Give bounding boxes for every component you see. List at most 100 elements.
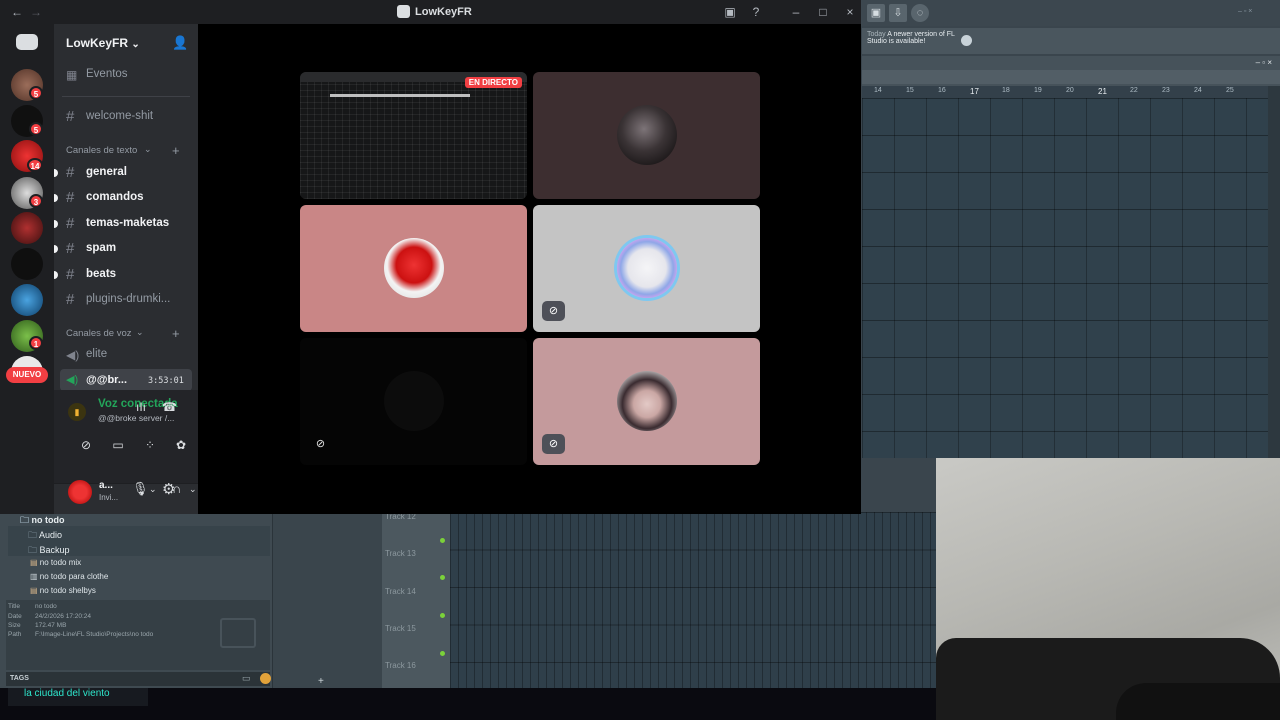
voice-call-grid: EN DIRECTO ⊘ ⊘ ⊘ [198,24,861,514]
ruler-number: 25 [1226,87,1234,94]
info-value: no todo [35,603,57,610]
track-enable-dot[interactable] [440,538,445,543]
participant-tile[interactable]: ⊘ [300,338,527,465]
category-voice[interactable]: Canales de voz ⌄ + [66,326,194,341]
unread-badge: 1 [29,336,43,350]
microphone-icon[interactable]: 🎙 [132,481,149,497]
browser-folder-audio[interactable]: 🗀 Audio [28,528,62,544]
discord-home-icon[interactable] [16,34,38,50]
close-icon[interactable]: × [842,4,858,20]
server-icon[interactable] [11,212,43,244]
channel-beats[interactable]: # beats [54,265,192,285]
timeline-ruler[interactable]: 14 15 16 17 18 19 20 21 22 23 24 25 [862,86,1268,98]
browser-file[interactable]: ▤ no todo mix [30,558,81,567]
hash-icon: # [66,266,75,283]
server-icon[interactable] [11,284,43,316]
stream-tile[interactable]: EN DIRECTO [300,72,527,199]
avatar[interactable] [68,480,92,504]
folder-icon[interactable]: ▭ [242,673,251,684]
inbox-icon[interactable]: ▣ [722,4,738,20]
taskbar-window[interactable]: la ciudad del viento [8,688,148,706]
playlist-grid-lower[interactable] [450,512,936,688]
browser-file[interactable]: ▥ no todo para clothe [30,572,108,581]
add-channel-icon[interactable]: + [172,143,180,158]
add-channel-icon[interactable]: + [172,326,180,341]
user-panel: a... Invi... 🎙 ⌄ ∩ ⌄ [54,480,198,514]
activities-icon[interactable]: ⁘ [136,434,164,456]
hash-icon: # [66,240,75,257]
screen-share-icon[interactable]: ▭ [104,434,132,456]
participant-tile[interactable]: ⊘ [533,338,760,465]
track-enable-dot[interactable] [440,613,445,618]
participant-tile[interactable] [533,72,760,199]
save-icon[interactable]: ▣ [867,4,885,22]
username[interactable]: a... [99,480,113,491]
chat-icon[interactable]: ◌ [911,4,929,22]
help-icon[interactable]: ? [748,4,764,20]
invite-user-icon[interactable]: 👤 [172,35,188,51]
playlist-scrollbar[interactable] [1268,86,1280,458]
unread-badge: 14 [27,158,43,172]
browser-folder-backup[interactable]: 🗀 Backup [28,543,70,559]
channel-plugins[interactable]: # plugins-drumki... [66,290,192,310]
server-name-header[interactable]: LowKeyFR ⌄ [66,36,140,50]
participant-tile[interactable] [300,205,527,332]
add-icon[interactable]: + [318,676,324,687]
render-icon[interactable]: ⇩ [889,4,907,22]
playlist-header: – ▫ × [862,56,1280,86]
search-icon[interactable] [260,673,271,684]
track-label[interactable]: Track 15 [385,624,416,633]
category-text[interactable]: Canales de texto ⌄ + [66,143,194,158]
playlist-grid[interactable] [862,98,1268,458]
forward-arrow-icon[interactable]: → [28,4,44,20]
camera-off-icon[interactable]: ⊘ [72,434,100,456]
track-label[interactable]: Track 14 [385,587,416,596]
back-arrow-icon[interactable]: ← [9,4,25,20]
voice-server[interactable]: @@broke server /... [98,413,174,423]
unread-badge: 3 [29,194,43,208]
channel-welcome[interactable]: # welcome-shit [66,107,192,127]
unread-badge: 5 [29,86,43,100]
voice-channel-elite[interactable]: ◀) elite [66,345,192,365]
hash-icon: # [66,291,75,308]
channel-temas-maketas[interactable]: # temas-maketas [54,214,192,234]
maximize-icon[interactable]: □ [815,4,831,20]
participant-tile[interactable]: ⊘ [533,205,760,332]
channel-spam[interactable]: # spam [54,239,192,259]
soundboard-icon[interactable]: ✿ [167,434,195,456]
webcam-sofa-arm [1116,683,1280,720]
track-enable-dot[interactable] [440,651,445,656]
track-label[interactable]: Track 13 [385,549,416,558]
settings-gear-icon[interactable]: ⚙ [162,480,175,498]
chevron-down-icon[interactable]: ⌄ [189,484,197,495]
playlist-pattern-column [272,512,382,688]
track-enable-dot[interactable] [440,575,445,580]
taskbar: la ciudad del viento [0,688,936,720]
avatar [384,371,444,431]
tags-bar[interactable]: TAGS ▭ [6,672,271,686]
new-server-pill[interactable]: NUEVO [6,367,48,383]
server-icon[interactable] [11,248,43,280]
channel-comandos[interactable]: # comandos [54,188,192,208]
fl-window-controls[interactable]: – ▫ × [1238,8,1272,16]
track-label[interactable]: Track 16 [385,661,416,670]
camera-off-icon: ⊘ [542,434,565,454]
channel-general[interactable]: # general [54,163,192,183]
unread-indicator [54,169,58,177]
unread-badge: 5 [29,122,43,136]
disconnect-icon[interactable]: ☎ [162,400,177,414]
stream-progress [330,94,470,97]
ruler-number: 21 [1098,87,1107,96]
globe-icon[interactable] [961,35,972,46]
avatar [384,238,444,298]
minimize-icon[interactable]: – [788,4,804,20]
signal-icon[interactable]: ▮ [68,403,86,421]
noise-suppression-icon[interactable]: ıIı [136,400,146,414]
browser-file[interactable]: ▤ no todo shelbys [30,586,96,595]
voice-channel-active[interactable]: ◀) @@br... 3:53:01 [60,369,192,391]
tags-label: TAGS [10,675,29,682]
events-item[interactable]: ▦ Eventos [66,65,192,85]
chevron-down-icon[interactable]: ⌄ [149,484,157,495]
playlist-window-controls[interactable]: – ▫ × [1256,58,1272,67]
ruler-number: 14 [874,87,882,94]
